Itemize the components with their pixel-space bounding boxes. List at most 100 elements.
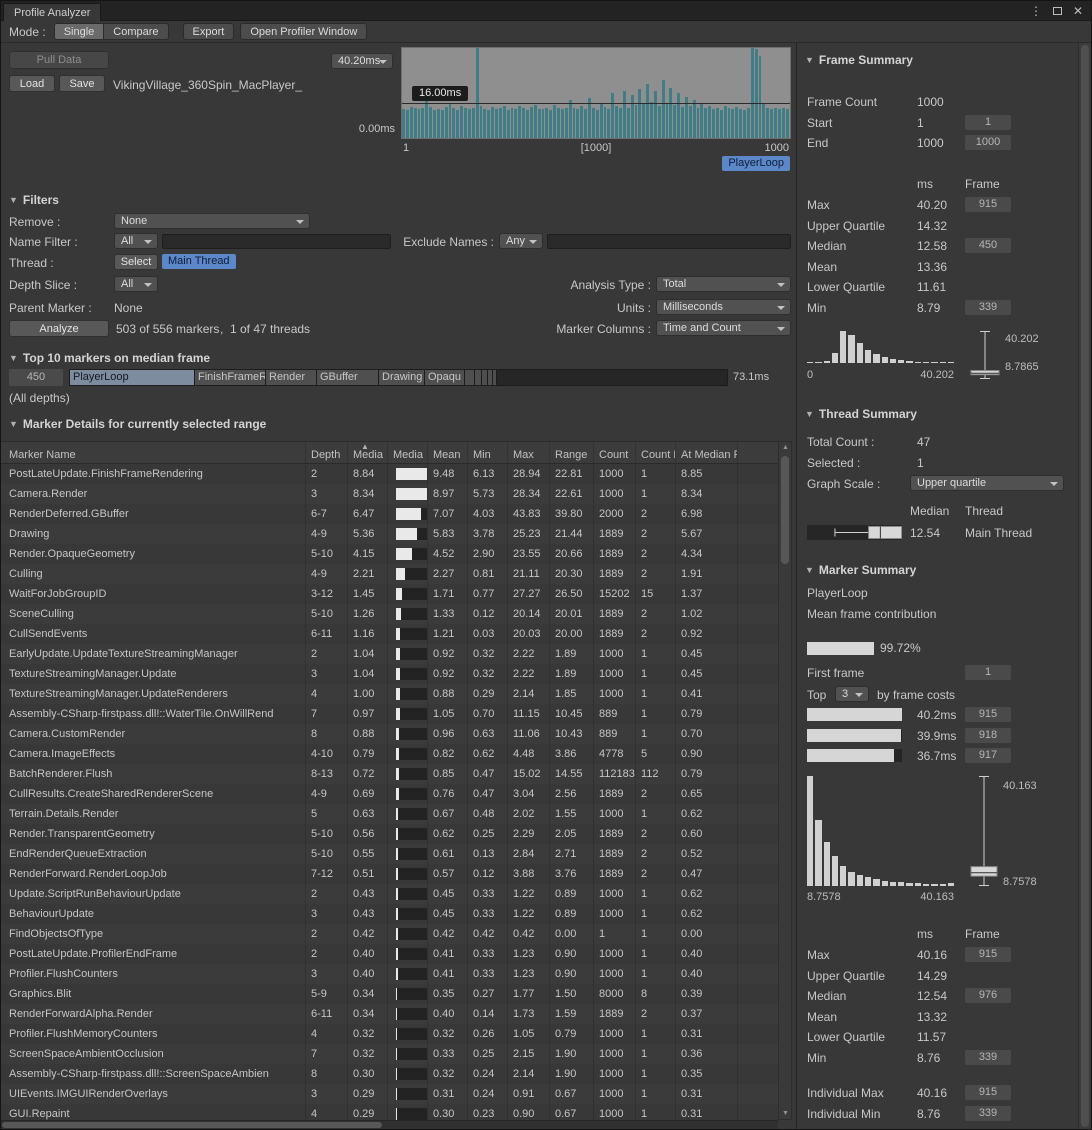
table-row[interactable]: TextureStreamingManager.UpdateRenderers4… (1, 684, 778, 704)
export-button[interactable]: Export (183, 23, 235, 40)
table-row[interactable]: Terrain.Details.Render50.630.670.482.021… (1, 804, 778, 824)
frame-summary-header[interactable]: ▼Frame Summary (805, 53, 913, 67)
exclude-mode-dropdown[interactable]: Any (499, 233, 543, 249)
table-row[interactable]: Render.OpaqueGeometry5-104.154.522.9023.… (1, 544, 778, 564)
pull-data-button[interactable]: Pull Data (9, 51, 109, 69)
table-row[interactable]: PostLateUpdate.ProfilerEndFrame20.400.41… (1, 944, 778, 964)
table-row[interactable]: RenderForwardAlpha.Render6-110.340.400.1… (1, 1004, 778, 1024)
marker-summary-histogram[interactable] (807, 776, 954, 886)
column-header[interactable]: Marker Name (1, 442, 306, 463)
top10-bar[interactable]: PlayerLoopFinishFrameRRenderGBufferDrawi… (69, 369, 728, 386)
frame-badge[interactable]: 1 (965, 115, 1011, 130)
scroll-up-icon[interactable]: ▲ (782, 444, 789, 451)
frame-badge[interactable]: 915 (965, 1085, 1011, 1100)
name-filter-mode-dropdown[interactable]: All (114, 233, 158, 249)
frame-badge[interactable]: 918 (965, 728, 1011, 743)
chart-scale-dropdown[interactable]: 40.20ms (331, 53, 393, 69)
table-row[interactable]: Update.ScriptRunBehaviourUpdate20.430.45… (1, 884, 778, 904)
open-profiler-window-button[interactable]: Open Profiler Window (240, 23, 367, 40)
median-frame-badge[interactable]: 450 (9, 369, 63, 386)
frame-badge[interactable]: 450 (965, 238, 1011, 253)
column-header[interactable]: At Median F (676, 442, 738, 463)
frame-badge[interactable]: 1000 (965, 135, 1011, 150)
top-count-dropdown[interactable]: 3 (835, 686, 869, 702)
table-row[interactable]: PostLateUpdate.FinishFrameRendering28.84… (1, 464, 778, 484)
units-dropdown[interactable]: Milliseconds (656, 299, 791, 315)
scrollbar-thumb[interactable] (781, 456, 789, 564)
table-row[interactable]: CullSendEvents6-111.161.210.0320.0320.00… (1, 624, 778, 644)
column-header[interactable]: Mean (428, 442, 468, 463)
table-row[interactable]: BehaviourUpdate30.430.450.331.220.891000… (1, 904, 778, 924)
titlebar[interactable]: Profile Analyzer ⋮ ✕ (1, 1, 1091, 21)
column-header[interactable]: Min (468, 442, 508, 463)
table-row[interactable]: CullResults.CreateSharedRendererScene4-9… (1, 784, 778, 804)
close-icon[interactable]: ✕ (1073, 4, 1083, 18)
menu-icon[interactable]: ⋮ (1030, 4, 1042, 18)
tab-single[interactable]: Single (54, 23, 104, 40)
table-row[interactable]: SceneCulling5-101.261.330.1220.1420.0118… (1, 604, 778, 624)
frame-badge[interactable]: 915 (965, 197, 1011, 212)
filters-section-header[interactable]: ▼Filters (9, 193, 59, 207)
table-row[interactable]: Assembly-CSharp-firstpass.dll!::WaterTil… (1, 704, 778, 724)
table-row[interactable]: Camera.Render38.348.975.7328.3422.611000… (1, 484, 778, 504)
top10-segment[interactable]: GBuffer (317, 370, 379, 385)
analysis-type-dropdown[interactable]: Total (656, 276, 791, 292)
exclude-names-input[interactable] (547, 234, 791, 249)
frame-badge[interactable]: 915 (965, 707, 1011, 722)
save-button[interactable]: Save (59, 75, 105, 92)
frame-badge[interactable]: 917 (965, 748, 1011, 763)
table-row[interactable]: Profiler.FlushCounters30.400.410.331.230… (1, 964, 778, 984)
column-header[interactable]: Max (508, 442, 550, 463)
table-row[interactable]: Graphics.Blit5-90.340.350.271.771.508000… (1, 984, 778, 1004)
window-tab[interactable]: Profile Analyzer (3, 3, 101, 21)
frame-badge[interactable]: 976 (965, 988, 1011, 1003)
table-row[interactable]: Render.TransparentGeometry5-100.560.620.… (1, 824, 778, 844)
frame-badge[interactable]: 339 (965, 300, 1011, 315)
table-row[interactable]: EndRenderQueueExtraction5-100.550.610.13… (1, 844, 778, 864)
column-header[interactable]: Media (388, 442, 428, 463)
table-row[interactable]: Profiler.FlushMemoryCounters40.320.320.2… (1, 1024, 778, 1044)
table-row[interactable]: WaitForJobGroupID3-121.451.710.7727.2726… (1, 584, 778, 604)
table-row[interactable]: RenderForward.RenderLoopJob7-120.510.570… (1, 864, 778, 884)
table-row[interactable]: UIEvents.IMGUIRenderOverlays30.290.310.2… (1, 1084, 778, 1104)
graph-scale-dropdown[interactable]: Upper quartile (910, 475, 1064, 491)
table-horizontal-scrollbar[interactable] (1, 1120, 778, 1129)
tab-compare[interactable]: Compare (103, 23, 168, 40)
scroll-down-icon[interactable]: ▼ (782, 1110, 789, 1117)
column-header[interactable]: Count Fra (636, 442, 676, 463)
table-row[interactable]: Camera.ImageEffects4-100.790.820.624.483… (1, 744, 778, 764)
thread-select-button[interactable]: Select (114, 254, 158, 270)
panel-scrollbar[interactable] (1078, 43, 1091, 1129)
table-row[interactable]: TextureStreamingManager.Update31.040.920… (1, 664, 778, 684)
table-row[interactable]: RenderDeferred.GBuffer6-76.477.074.0343.… (1, 504, 778, 524)
top10-segment[interactable] (475, 370, 482, 385)
first-frame-badge[interactable]: 1 (965, 665, 1011, 680)
top10-segment[interactable]: Render (266, 370, 317, 385)
depth-slice-dropdown[interactable]: All (114, 276, 158, 292)
column-header[interactable]: Range (550, 442, 594, 463)
frame-badge[interactable]: 339 (965, 1050, 1011, 1065)
marker-summary-header[interactable]: ▼Marker Summary (805, 563, 916, 577)
maximize-icon[interactable] (1053, 7, 1062, 15)
table-row[interactable]: GUI.Repaint40.290.300.230.900.67100010.3… (1, 1104, 778, 1120)
top10-segment[interactable]: FinishFrameR (195, 370, 266, 385)
top10-segment[interactable]: Drawing (379, 370, 425, 385)
top10-segment[interactable] (493, 370, 497, 385)
table-row[interactable]: BatchRenderer.Flush8-130.720.850.4715.02… (1, 764, 778, 784)
sort-ascending-icon[interactable]: ▲ (361, 442, 369, 451)
frame-badge[interactable]: 339 (965, 1106, 1011, 1121)
frame-time-chart[interactable]: 16.00ms (401, 47, 791, 139)
column-header[interactable]: Count (594, 442, 636, 463)
scrollbar-thumb[interactable] (2, 1122, 382, 1128)
thread-summary-header[interactable]: ▼Thread Summary (805, 407, 917, 421)
top10-segment[interactable] (465, 370, 475, 385)
frame-summary-histogram[interactable] (807, 331, 954, 363)
top10-segment[interactable]: PlayerLoop (70, 370, 195, 385)
table-row[interactable]: EarlyUpdate.UpdateTextureStreamingManage… (1, 644, 778, 664)
table-row[interactable]: FindObjectsOfType20.420.420.420.420.0011… (1, 924, 778, 944)
frame-badge[interactable]: 915 (965, 947, 1011, 962)
selected-marker-tag[interactable]: PlayerLoop (722, 156, 790, 171)
table-row[interactable]: ScreenSpaceAmbientOcclusion70.320.330.25… (1, 1044, 778, 1064)
table-row[interactable]: Assembly-CSharp-firstpass.dll!::ScreenSp… (1, 1064, 778, 1084)
load-button[interactable]: Load (9, 75, 55, 92)
